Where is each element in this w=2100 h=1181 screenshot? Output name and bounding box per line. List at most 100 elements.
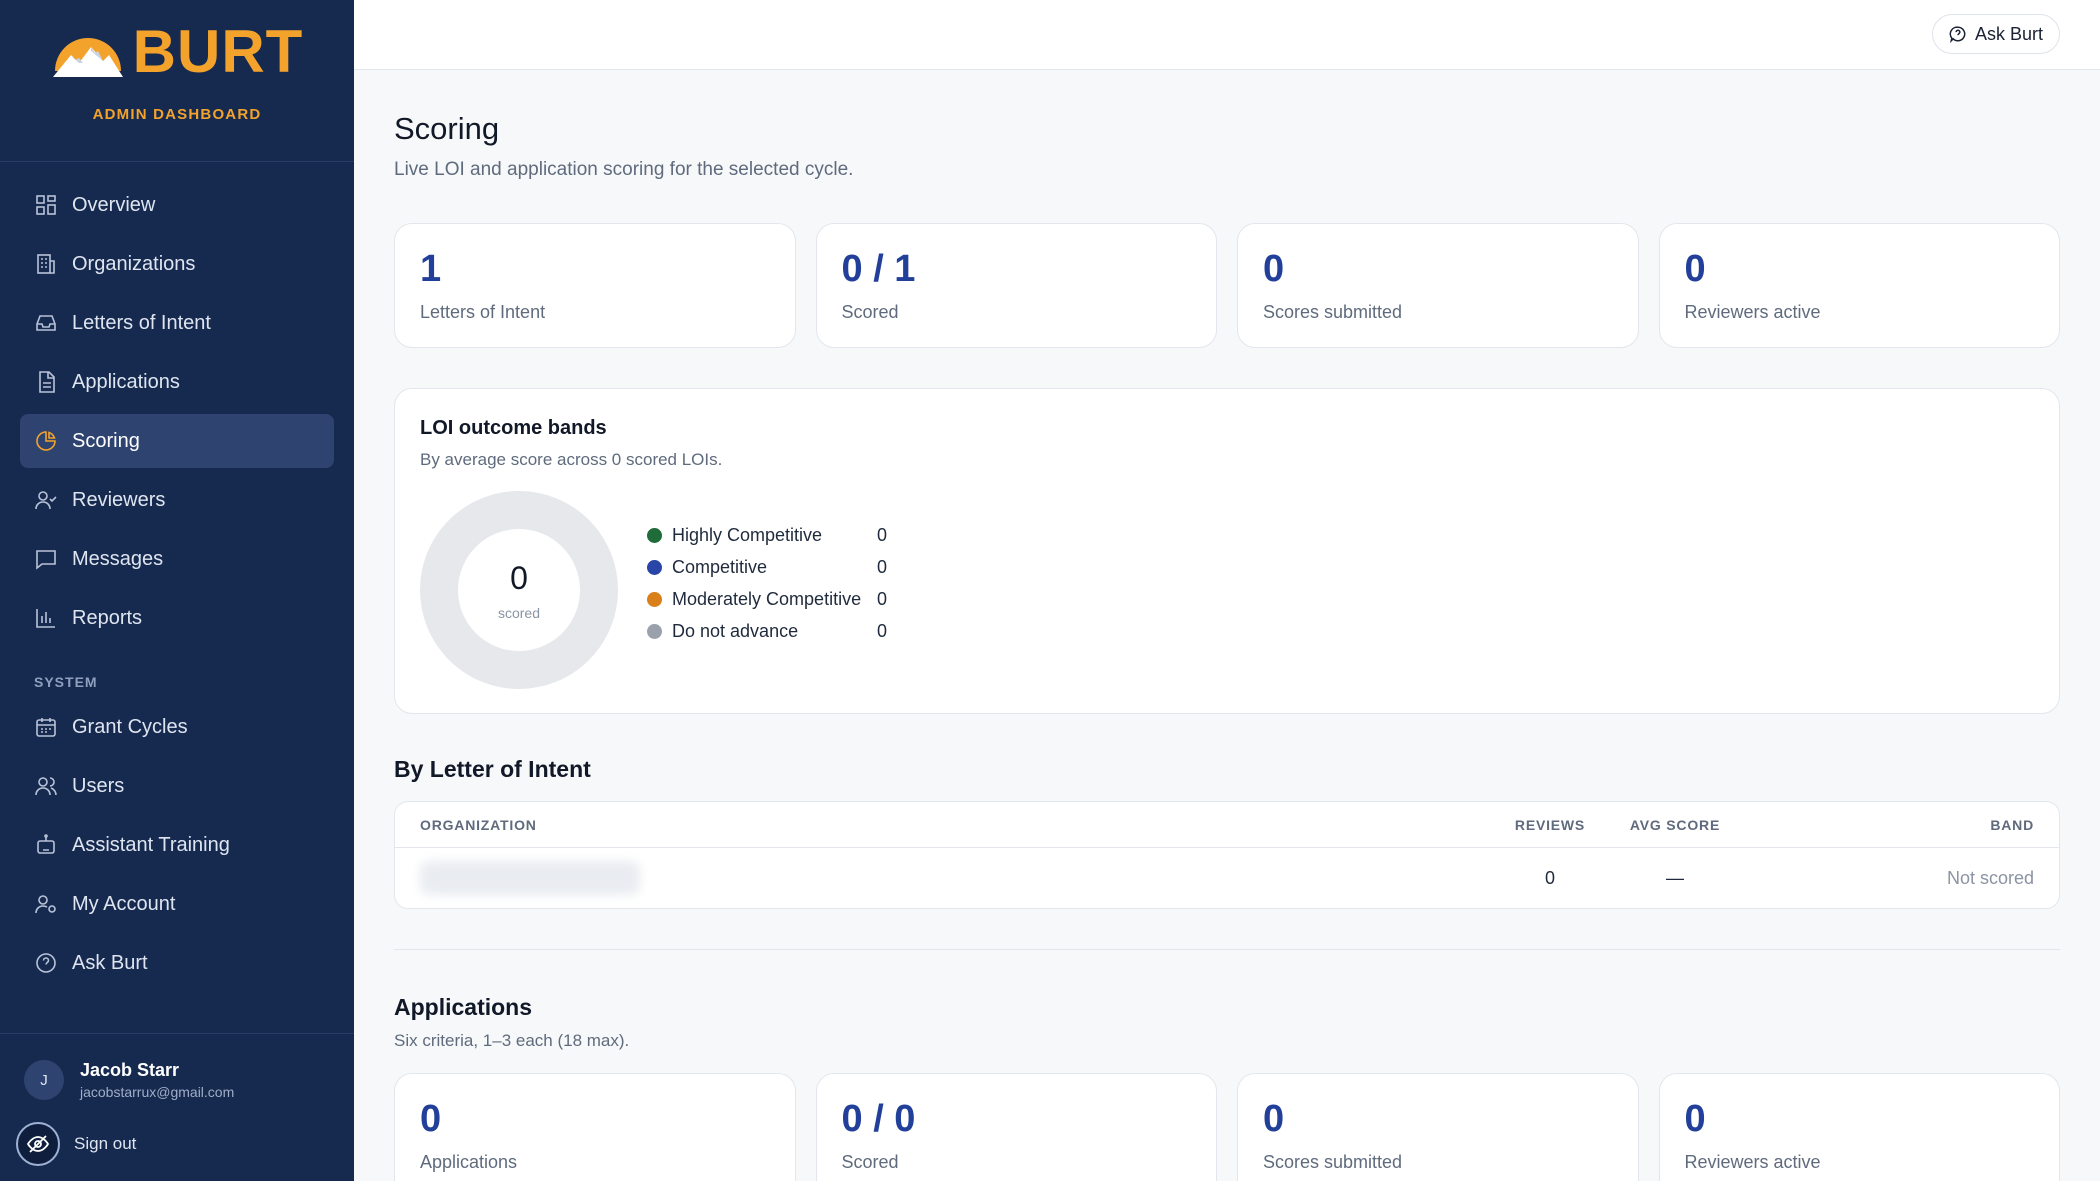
stat-value: 0 <box>1684 1098 1706 1140</box>
sidebar-item-label: Users <box>72 774 125 797</box>
sidebar-item-label: Ask Burt <box>72 951 148 974</box>
brand-name: BURT <box>132 18 304 85</box>
sidebar-item-label: Organizations <box>72 252 196 275</box>
sidebar-item-reviewers[interactable]: Reviewers <box>20 473 334 527</box>
table-row[interactable]: 0 — Not scored <box>395 848 2059 908</box>
legend-value: 0 <box>877 556 888 577</box>
sidebar-item-label: Applications <box>72 370 180 393</box>
stat-label: Reviewers active <box>1684 302 1821 322</box>
stat-label: Letters of Intent <box>420 302 546 322</box>
stat-label: Reviewers active <box>1684 1152 1821 1172</box>
legend-item-competitive: Competitive 0 <box>647 551 887 583</box>
legend-label: Competitive <box>672 556 768 577</box>
sidebar-item-overview[interactable]: Overview <box>20 178 334 232</box>
bar-chart-icon <box>36 609 55 628</box>
stat-value: 0 <box>1684 248 1706 290</box>
ask-burt-button[interactable]: Ask Burt <box>1931 14 2060 54</box>
legend-value: 0 <box>877 620 888 641</box>
brand-subtitle: ADMIN DASHBOARD <box>92 106 262 123</box>
sidebar-item-letters-of-intent[interactable]: Letters of Intent <box>20 296 334 350</box>
ask-burt-label: Ask Burt <box>1974 23 2043 44</box>
page-title: Scoring <box>394 111 500 146</box>
sidebar: BURT ADMIN DASHBOARD Overview Organizati… <box>0 0 354 1181</box>
donut-value: 0 <box>510 559 528 596</box>
stat-value: 0 <box>420 1098 442 1140</box>
column-header-organization[interactable]: ORGANIZATION <box>395 817 1495 833</box>
column-header-band[interactable]: BAND <box>1745 817 2059 833</box>
topbar: Ask Burt <box>354 0 2100 70</box>
sidebar-item-users[interactable]: Users <box>20 759 334 813</box>
sidebar-item-label: Scoring <box>72 429 140 452</box>
sidebar-item-assistant-training[interactable]: Assistant Training <box>20 818 334 872</box>
sidebar-item-ask-burt[interactable]: Ask Burt <box>20 936 334 990</box>
sidebar-item-label: My Account <box>72 892 176 915</box>
bands-donut-chart: 0 scored <box>420 491 618 689</box>
card-title: LOI outcome bands <box>420 417 607 439</box>
sidebar-item-organizations[interactable]: Organizations <box>20 237 334 291</box>
avg-score-cell: — <box>1666 867 1684 888</box>
band-cell: Not scored <box>1946 867 2034 888</box>
sidebar-item-my-account[interactable]: My Account <box>20 877 334 931</box>
user-gear-icon <box>35 895 56 914</box>
sidebar-item-scoring[interactable]: Scoring <box>20 414 334 468</box>
sidebar-item-grant-cycles[interactable]: Grant Cycles <box>20 700 334 754</box>
stat-card-reviewers-active: 0 Reviewers active <box>1658 1073 2060 1181</box>
stat-card-reviewers-active: 0 Reviewers active <box>1658 223 2060 348</box>
user-name: Jacob Starr <box>80 1060 180 1080</box>
stat-value: 0 / 0 <box>841 1098 916 1140</box>
legend-value: 0 <box>877 588 888 609</box>
brand: BURT ADMIN DASHBOARD <box>0 0 354 162</box>
building-icon <box>37 254 55 274</box>
user-profile[interactable]: J Jacob Starr jacobstarrux@gmail.com <box>24 1060 354 1100</box>
sidebar-item-label: Letters of Intent <box>72 311 211 334</box>
page-subtitle: Live LOI and application scoring for the… <box>394 159 854 180</box>
section-divider <box>394 949 2060 950</box>
stat-label: Applications <box>420 1152 518 1172</box>
legend-dot <box>647 591 662 607</box>
stat-value: 0 / 1 <box>841 248 916 290</box>
sign-out-label: Sign out <box>74 1134 137 1153</box>
column-header-avg-score[interactable]: AVG SCORE <box>1605 817 1745 833</box>
inbox-icon <box>36 315 56 331</box>
legend-value: 0 <box>877 524 888 545</box>
help-bubble-icon <box>1949 26 1966 43</box>
legend-dot <box>647 623 662 639</box>
sidebar-item-messages[interactable]: Messages <box>20 532 334 586</box>
stat-card-scores-submitted: 0 Scores submitted <box>1237 223 1639 348</box>
loi-outcome-bands-card: LOI outcome bands By average score acros… <box>394 388 2060 714</box>
grid-icon <box>36 195 56 215</box>
logo[interactable]: BURT <box>51 22 304 82</box>
user-email: jacobstarrux@gmail.com <box>80 1084 235 1100</box>
bot-icon <box>37 834 55 854</box>
sidebar-item-label: Reviewers <box>72 488 166 511</box>
legend-dot <box>647 559 662 575</box>
stat-label: Scored <box>841 302 899 322</box>
legend-item-highly-competitive: Highly Competitive 0 <box>647 519 887 551</box>
eye-off-icon <box>16 1122 60 1166</box>
sidebar-nav: Overview Organizations Letters of Intent… <box>0 162 354 990</box>
legend-dot <box>647 527 662 543</box>
help-circle-icon <box>36 953 56 973</box>
main-content: Scoring Live LOI and application scoring… <box>394 70 2060 1181</box>
application-stats: 0 Applications 0 / 0 Scored 0 Scores sub… <box>394 1073 2060 1181</box>
sign-out-button[interactable]: Sign out <box>16 1122 354 1166</box>
stat-label: Scored <box>841 1152 899 1172</box>
by-loi-table: ORGANIZATION REVIEWS AVG SCORE BAND 0 — … <box>394 801 2060 909</box>
loi-stats: 1 Letters of Intent 0 / 1 Scored 0 Score… <box>394 223 2060 348</box>
mountain-sun-logo-icon <box>52 38 123 77</box>
stat-card-letters-of-intent: 1 Letters of Intent <box>394 223 796 348</box>
legend-item-moderately-competitive: Moderately Competitive 0 <box>647 583 887 615</box>
user-block: J Jacob Starr jacobstarrux@gmail.com Sig… <box>0 1033 354 1181</box>
redacted-organization-name <box>420 861 640 895</box>
sidebar-item-label: Messages <box>72 547 164 570</box>
column-header-reviews[interactable]: REVIEWS <box>1495 817 1605 833</box>
sidebar-item-label: Overview <box>72 193 156 216</box>
sidebar-item-applications[interactable]: Applications <box>20 355 334 409</box>
sidebar-item-label: Reports <box>72 606 143 629</box>
sidebar-item-reports[interactable]: Reports <box>20 591 334 645</box>
by-loi-title: By Letter of Intent <box>394 756 591 782</box>
users-icon <box>35 777 57 796</box>
donut-center: 0 scored <box>420 491 618 689</box>
legend-label: Do not advance <box>672 620 799 641</box>
calendar-icon <box>36 718 56 737</box>
